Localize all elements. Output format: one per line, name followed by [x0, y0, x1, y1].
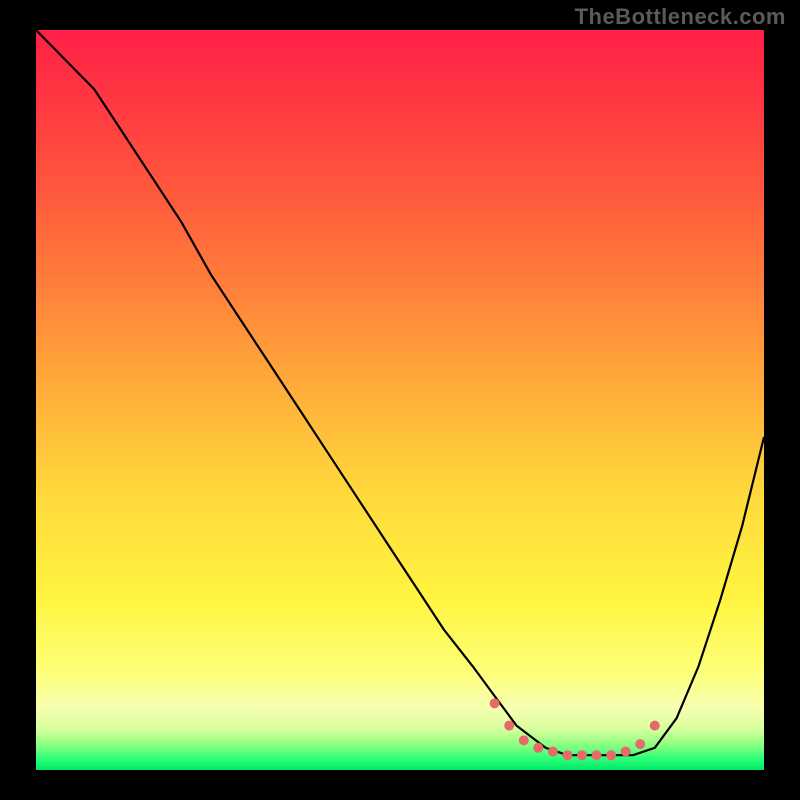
- valley-marker: [635, 739, 645, 749]
- valley-marker: [519, 735, 529, 745]
- valley-marker: [577, 750, 587, 760]
- valley-marker: [606, 750, 616, 760]
- valley-marker: [621, 747, 631, 757]
- chart-container: TheBottleneck.com: [0, 0, 800, 800]
- valley-marker: [490, 698, 500, 708]
- valley-marker: [548, 747, 558, 757]
- chart-plot-area: [36, 30, 764, 770]
- valley-marker: [533, 743, 543, 753]
- valley-marker: [562, 750, 572, 760]
- valley-marker: [504, 721, 514, 731]
- watermark-text: TheBottleneck.com: [575, 4, 786, 30]
- gradient-background: [36, 30, 764, 770]
- valley-marker: [650, 721, 660, 731]
- chart-svg: [36, 30, 764, 770]
- valley-marker: [592, 750, 602, 760]
